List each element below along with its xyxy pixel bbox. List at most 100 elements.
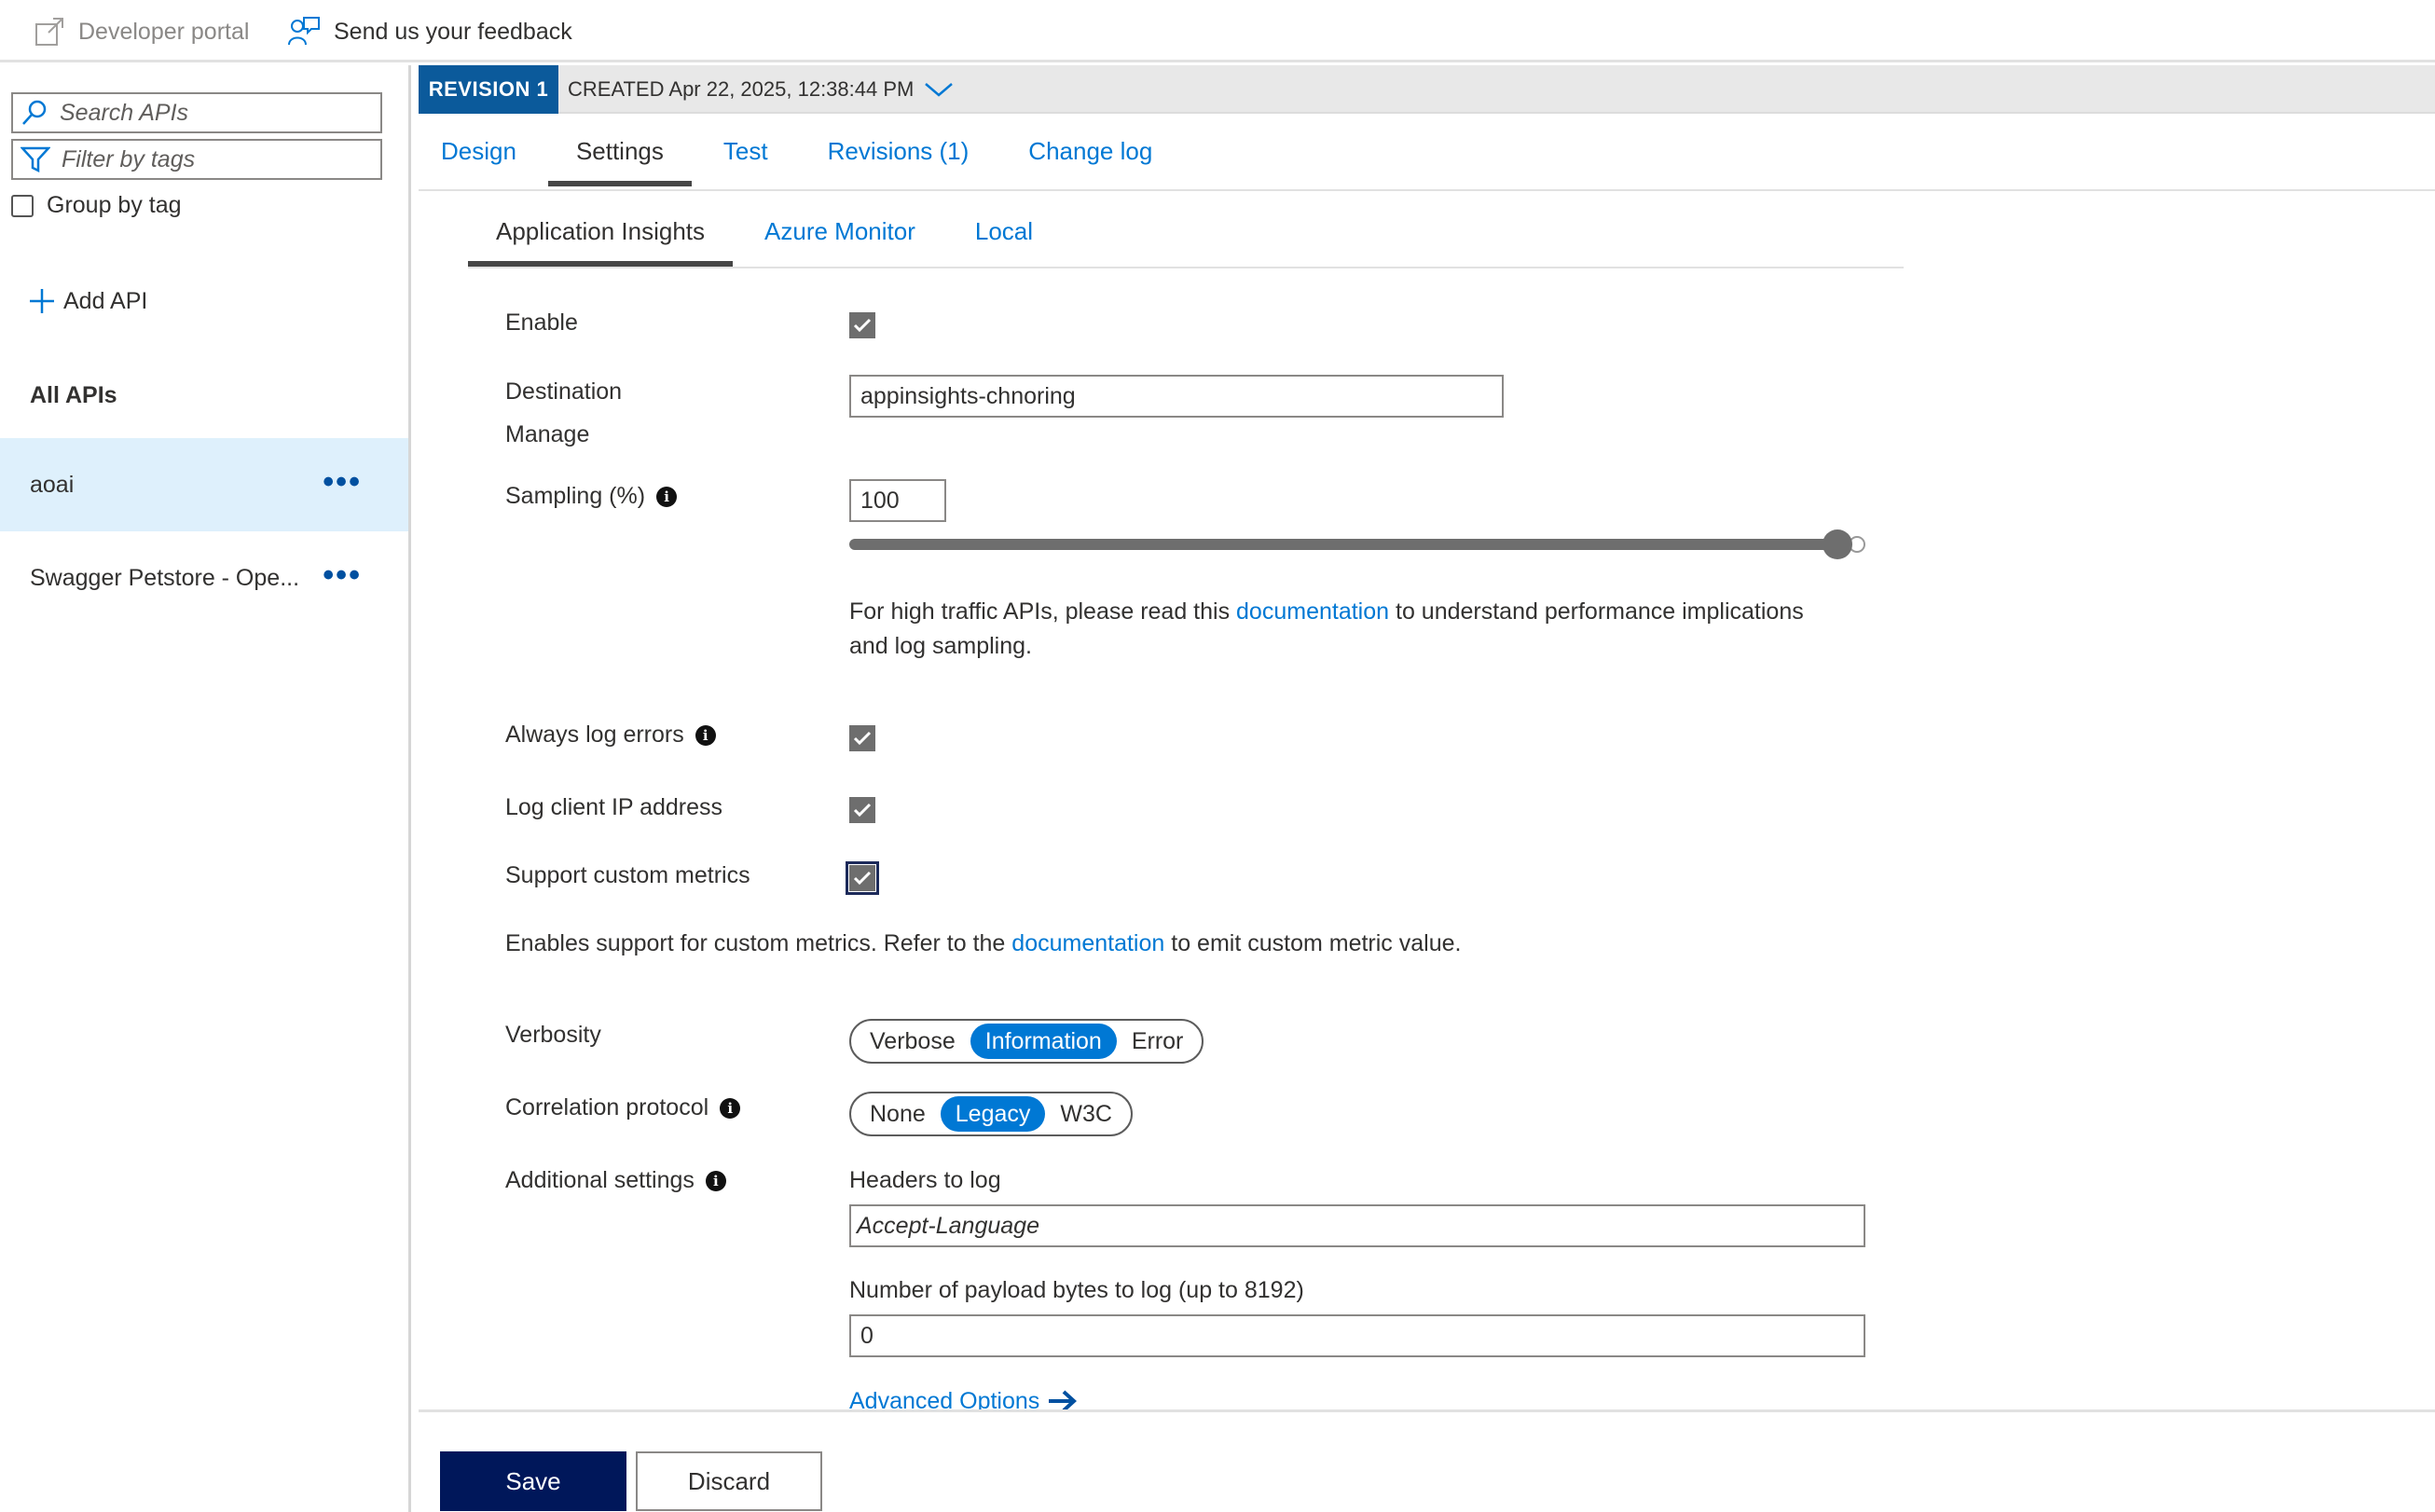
api-sidebar: Search APIs Filter by tags Group by tag …	[0, 65, 411, 1512]
additional-settings-text: Additional settings	[505, 1167, 695, 1193]
revision-created-dropdown[interactable]: CREATED Apr 22, 2025, 12:38:44 PM	[568, 65, 955, 114]
developer-portal-label: Developer portal	[78, 18, 250, 45]
add-api-button[interactable]: Add API	[28, 287, 147, 315]
tab-revisions[interactable]: Revisions (1)	[800, 116, 997, 186]
custom-metrics-checkbox[interactable]	[846, 861, 879, 895]
main-tabs: Design Settings Test Revisions (1) Chang…	[413, 116, 1180, 186]
traffic-note: For high traffic APIs, please read this …	[849, 595, 1804, 664]
payload-bytes-label: Number of payload bytes to log (up to 81…	[849, 1277, 1304, 1303]
tab-change-log[interactable]: Change log	[1000, 116, 1180, 186]
developer-portal-link[interactable]: Developer portal	[34, 13, 249, 50]
verbosity-label: Verbosity	[505, 1022, 601, 1048]
destination-input[interactable]: appinsights-chnoring	[849, 375, 1504, 418]
save-button[interactable]: Save	[440, 1451, 626, 1511]
log-client-ip-label: Log client IP address	[505, 794, 723, 820]
info-icon[interactable]: i	[695, 724, 716, 746]
tab-application-insights[interactable]: Application Insights	[468, 196, 734, 267]
filter-by-tags-placeholder: Filter by tags	[62, 145, 196, 172]
more-options-icon[interactable]: •••	[323, 557, 362, 594]
feedback-icon	[288, 17, 320, 46]
checkmark-icon	[853, 318, 872, 333]
all-apis-heading[interactable]: All APIs	[30, 382, 117, 409]
tab-local[interactable]: Local	[947, 196, 1061, 267]
subtabs-divider	[468, 267, 1904, 268]
verbosity-toggle-group: Verbose Information Error	[849, 1019, 1204, 1064]
api-item-swagger-petstore[interactable]: Swagger Petstore - Ope... •••	[0, 531, 408, 625]
tab-test[interactable]: Test	[695, 116, 796, 186]
group-by-tag-label: Group by tag	[47, 192, 182, 218]
revision-badge: REVISION 1	[419, 65, 558, 114]
advanced-options-label: Advanced Options	[849, 1388, 1040, 1409]
verbosity-option-verbose[interactable]: Verbose	[855, 1024, 970, 1059]
enable-checkbox[interactable]	[849, 312, 875, 338]
log-client-ip-checkbox[interactable]	[849, 797, 875, 823]
more-options-icon[interactable]: •••	[323, 464, 362, 501]
tab-azure-monitor[interactable]: Azure Monitor	[736, 196, 943, 267]
headers-to-log-label: Headers to log	[849, 1167, 1001, 1193]
correlation-option-none[interactable]: None	[855, 1096, 941, 1132]
top-bar: Developer portal Send us your feedback	[0, 0, 2435, 62]
group-by-tag-option[interactable]: Group by tag	[11, 192, 182, 219]
traffic-documentation-link[interactable]: documentation	[1236, 598, 1389, 625]
correlation-option-legacy[interactable]: Legacy	[940, 1096, 1046, 1132]
correlation-option-w3c[interactable]: W3C	[1045, 1096, 1127, 1132]
verbosity-option-error[interactable]: Error	[1117, 1024, 1199, 1059]
group-by-tag-checkbox[interactable]	[11, 194, 34, 217]
info-icon[interactable]: i	[705, 1170, 726, 1191]
external-link-icon	[35, 18, 63, 46]
destination-label: Destination	[505, 378, 623, 405]
arrow-right-icon	[1049, 1390, 1078, 1409]
filter-by-tags-input[interactable]: Filter by tags	[11, 139, 382, 180]
tabs-divider	[419, 189, 2435, 191]
always-log-errors-label: Always log errors i	[505, 722, 716, 749]
correlation-toggle-group: None Legacy W3C	[849, 1092, 1133, 1136]
payload-bytes-input[interactable]: 0	[849, 1314, 1865, 1357]
correlation-protocol-label: Correlation protocol i	[505, 1094, 741, 1121]
filter-icon	[21, 146, 50, 173]
traffic-note-line2: and log sampling.	[849, 633, 1032, 659]
chevron-down-icon	[925, 83, 954, 97]
advanced-options-link[interactable]: Advanced Options	[849, 1385, 1079, 1409]
feedback-link[interactable]: Send us your feedback	[287, 13, 572, 50]
correlation-protocol-text: Correlation protocol	[505, 1094, 709, 1120]
traffic-note-post: to understand performance implications	[1389, 598, 1804, 625]
verbosity-option-information[interactable]: Information	[970, 1024, 1117, 1059]
additional-settings-label: Additional settings i	[505, 1167, 726, 1194]
api-item-label: Swagger Petstore - Ope...	[30, 564, 300, 591]
add-api-label: Add API	[63, 287, 148, 314]
custom-metrics-note-pre: Enables support for custom metrics. Refe…	[505, 930, 1012, 956]
search-apis-placeholder: Search APIs	[60, 99, 189, 126]
checkmark-icon	[853, 803, 872, 818]
footer-bar: Save Discard	[419, 1409, 2435, 1512]
manage-link[interactable]: Manage	[505, 421, 589, 448]
always-log-errors-text: Always log errors	[505, 722, 684, 748]
sampling-slider[interactable]	[849, 529, 1865, 559]
info-icon[interactable]: i	[656, 486, 678, 507]
tab-design[interactable]: Design	[413, 116, 544, 186]
search-apis-input[interactable]: Search APIs	[11, 92, 382, 133]
traffic-note-pre: For high traffic APIs, please read this	[849, 598, 1237, 625]
sampling-input[interactable]: 100	[849, 479, 946, 522]
sampling-label-text: Sampling (%)	[505, 483, 646, 509]
headers-to-log-input[interactable]: Accept-Language	[849, 1204, 1865, 1247]
sub-tabs: Application Insights Azure Monitor Local	[468, 196, 1061, 267]
checkmark-icon	[853, 731, 872, 746]
custom-metrics-label: Support custom metrics	[505, 862, 750, 888]
sampling-slider-track	[849, 539, 1837, 550]
checkmark-icon	[853, 871, 872, 886]
tab-settings[interactable]: Settings	[547, 116, 692, 186]
revision-created-label: CREATED Apr 22, 2025, 12:38:44 PM	[568, 77, 915, 101]
api-item-label: aoai	[30, 471, 75, 498]
enable-label: Enable	[505, 309, 578, 336]
revision-bar: REVISION 1 CREATED Apr 22, 2025, 12:38:4…	[419, 65, 2435, 114]
api-item-aoai[interactable]: aoai •••	[0, 438, 408, 531]
custom-metrics-note-post: to emit custom metric value.	[1164, 930, 1462, 956]
always-log-errors-checkbox[interactable]	[849, 725, 875, 751]
info-icon[interactable]: i	[720, 1097, 741, 1119]
custom-metrics-note: Enables support for custom metrics. Refe…	[505, 930, 1461, 957]
custom-metrics-documentation-link[interactable]: documentation	[1011, 930, 1164, 956]
feedback-label: Send us your feedback	[334, 18, 572, 45]
sampling-slider-thumb[interactable]	[1823, 529, 1852, 559]
search-icon	[22, 100, 47, 125]
discard-button[interactable]: Discard	[636, 1451, 822, 1511]
